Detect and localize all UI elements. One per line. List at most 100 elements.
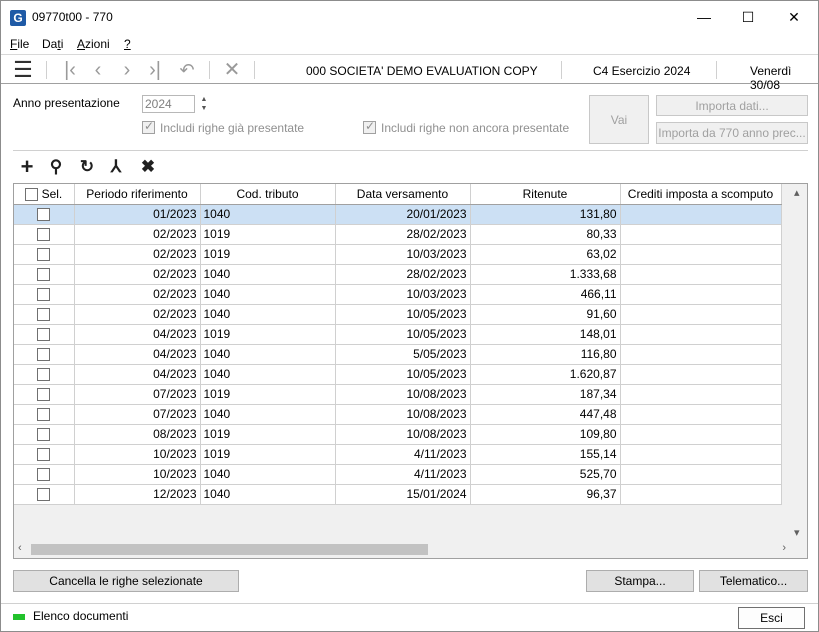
crediti-cell[interactable] <box>620 244 782 265</box>
periodo-cell[interactable]: 02/2023 <box>74 224 201 245</box>
data-versamento-cell[interactable]: 28/02/2023 <box>335 264 471 285</box>
row-select-cell[interactable] <box>14 204 75 225</box>
row-checkbox[interactable] <box>37 228 51 242</box>
esci-button[interactable]: Esci <box>738 607 805 629</box>
row-select-cell[interactable] <box>14 404 75 425</box>
table-row[interactable]: 10/2023 1019 4/11/2023 155,14 <box>14 444 782 465</box>
row-select-cell[interactable] <box>14 284 75 305</box>
table-row[interactable]: 02/2023 1040 10/05/2023 91,60 <box>14 304 782 325</box>
importa-dati-button[interactable]: Importa dati... <box>656 95 808 116</box>
row-checkbox[interactable] <box>37 468 51 482</box>
periodo-cell[interactable]: 02/2023 <box>74 244 201 265</box>
ritenute-cell[interactable]: 109,80 <box>470 424 621 445</box>
row-select-cell[interactable] <box>14 464 75 485</box>
vai-button[interactable]: Vai <box>589 95 649 144</box>
ritenute-cell[interactable]: 525,70 <box>470 464 621 485</box>
tributo-cell[interactable]: 1040 <box>200 344 336 365</box>
anno-presentazione-input[interactable]: 2024 <box>142 95 195 113</box>
tributo-cell[interactable]: 1019 <box>200 444 336 465</box>
tributo-cell[interactable]: 1040 <box>200 264 336 285</box>
add-icon[interactable]: + <box>17 156 37 178</box>
row-checkbox[interactable] <box>37 408 51 422</box>
table-row[interactable]: 08/2023 1019 10/08/2023 109,80 <box>14 424 782 445</box>
crediti-cell[interactable] <box>620 204 782 225</box>
row-select-cell[interactable] <box>14 364 75 385</box>
crediti-cell[interactable] <box>620 284 782 305</box>
excel-export-icon[interactable]: ✖ <box>138 157 158 177</box>
tributo-cell[interactable]: 1019 <box>200 244 336 265</box>
scroll-down-icon[interactable]: ▾ <box>794 526 800 539</box>
periodo-cell[interactable]: 10/2023 <box>74 444 201 465</box>
spin-down-icon[interactable]: ▼ <box>197 104 211 113</box>
crediti-cell[interactable] <box>620 424 782 445</box>
column-header-crediti[interactable]: Crediti imposta a scomputo <box>620 184 782 205</box>
next-record-icon[interactable]: › <box>116 59 138 81</box>
row-checkbox[interactable] <box>37 368 51 382</box>
data-versamento-cell[interactable]: 10/03/2023 <box>335 244 471 265</box>
ritenute-cell[interactable]: 91,60 <box>470 304 621 325</box>
tributo-cell[interactable]: 1019 <box>200 384 336 405</box>
periodo-cell[interactable]: 04/2023 <box>74 344 201 365</box>
table-row[interactable]: 04/2023 1040 5/05/2023 116,80 <box>14 344 782 365</box>
stampa-button[interactable]: Stampa... <box>586 570 694 592</box>
data-versamento-cell[interactable]: 28/02/2023 <box>335 224 471 245</box>
periodo-cell[interactable]: 10/2023 <box>74 464 201 485</box>
menu-help[interactable]: ? <box>124 37 131 51</box>
column-header-sel[interactable]: Sel. <box>14 184 75 205</box>
row-checkbox[interactable] <box>37 328 51 342</box>
crediti-cell[interactable] <box>620 344 782 365</box>
periodo-cell[interactable]: 12/2023 <box>74 484 201 505</box>
row-select-cell[interactable] <box>14 484 75 505</box>
data-versamento-cell[interactable]: 5/05/2023 <box>335 344 471 365</box>
menu-azioni[interactable]: Azioni <box>77 37 110 51</box>
tributo-cell[interactable]: 1040 <box>200 204 336 225</box>
row-select-cell[interactable] <box>14 344 75 365</box>
crediti-cell[interactable] <box>620 324 782 345</box>
select-all-checkbox[interactable] <box>25 187 39 201</box>
row-checkbox[interactable] <box>37 208 51 222</box>
data-versamento-cell[interactable]: 10/08/2023 <box>335 424 471 445</box>
maximize-button[interactable]: ☐ <box>725 1 771 33</box>
tributo-cell[interactable]: 1040 <box>200 364 336 385</box>
row-checkbox[interactable] <box>37 388 51 402</box>
column-header-periodo[interactable]: Periodo riferimento <box>74 184 201 205</box>
row-checkbox[interactable] <box>37 248 51 262</box>
crediti-cell[interactable] <box>620 304 782 325</box>
data-versamento-cell[interactable]: 15/01/2024 <box>335 484 471 505</box>
periodo-cell[interactable]: 04/2023 <box>74 324 201 345</box>
periodo-cell[interactable]: 02/2023 <box>74 284 201 305</box>
title-bar[interactable]: G 09770t00 - 770 — ☐ ✕ <box>1 1 818 33</box>
crediti-cell[interactable] <box>620 484 782 505</box>
includi-gia-presentate-checkbox[interactable] <box>142 119 155 134</box>
row-select-cell[interactable] <box>14 244 75 265</box>
importa-770-button[interactable]: Importa da 770 anno prec... <box>656 122 808 144</box>
tributo-cell[interactable]: 1019 <box>200 224 336 245</box>
ritenute-cell[interactable]: 131,80 <box>470 204 621 225</box>
column-header-data[interactable]: Data versamento <box>335 184 471 205</box>
year-spinner[interactable]: ▲ ▼ <box>197 95 211 113</box>
crediti-cell[interactable] <box>620 384 782 405</box>
crediti-cell[interactable] <box>620 264 782 285</box>
table-row[interactable]: 07/2023 1019 10/08/2023 187,34 <box>14 384 782 405</box>
telematico-button[interactable]: Telematico... <box>699 570 808 592</box>
table-row[interactable]: 02/2023 1040 28/02/2023 1.333,68 <box>14 264 782 285</box>
pdf-export-icon[interactable]: ⅄ <box>106 157 126 177</box>
row-select-cell[interactable] <box>14 324 75 345</box>
scroll-left-icon[interactable]: ‹ <box>18 542 22 554</box>
includi-non-presentate-checkbox[interactable] <box>363 119 376 134</box>
row-checkbox[interactable] <box>37 488 51 502</box>
tributo-cell[interactable]: 1019 <box>200 324 336 345</box>
ritenute-cell[interactable]: 187,34 <box>470 384 621 405</box>
tributo-cell[interactable]: 1040 <box>200 464 336 485</box>
first-record-icon[interactable]: |‹ <box>59 59 81 81</box>
row-checkbox[interactable] <box>37 288 51 302</box>
column-header-ritenute[interactable]: Ritenute <box>470 184 621 205</box>
row-select-cell[interactable] <box>14 444 75 465</box>
table-row[interactable]: 10/2023 1040 4/11/2023 525,70 <box>14 464 782 485</box>
row-select-cell[interactable] <box>14 224 75 245</box>
data-versamento-cell[interactable]: 10/05/2023 <box>335 324 471 345</box>
data-versamento-cell[interactable]: 4/11/2023 <box>335 464 471 485</box>
table-row[interactable]: 02/2023 1019 10/03/2023 63,02 <box>14 244 782 265</box>
table-row[interactable]: 04/2023 1040 10/05/2023 1.620,87 <box>14 364 782 385</box>
menu-dati[interactable]: Dati <box>42 37 63 51</box>
